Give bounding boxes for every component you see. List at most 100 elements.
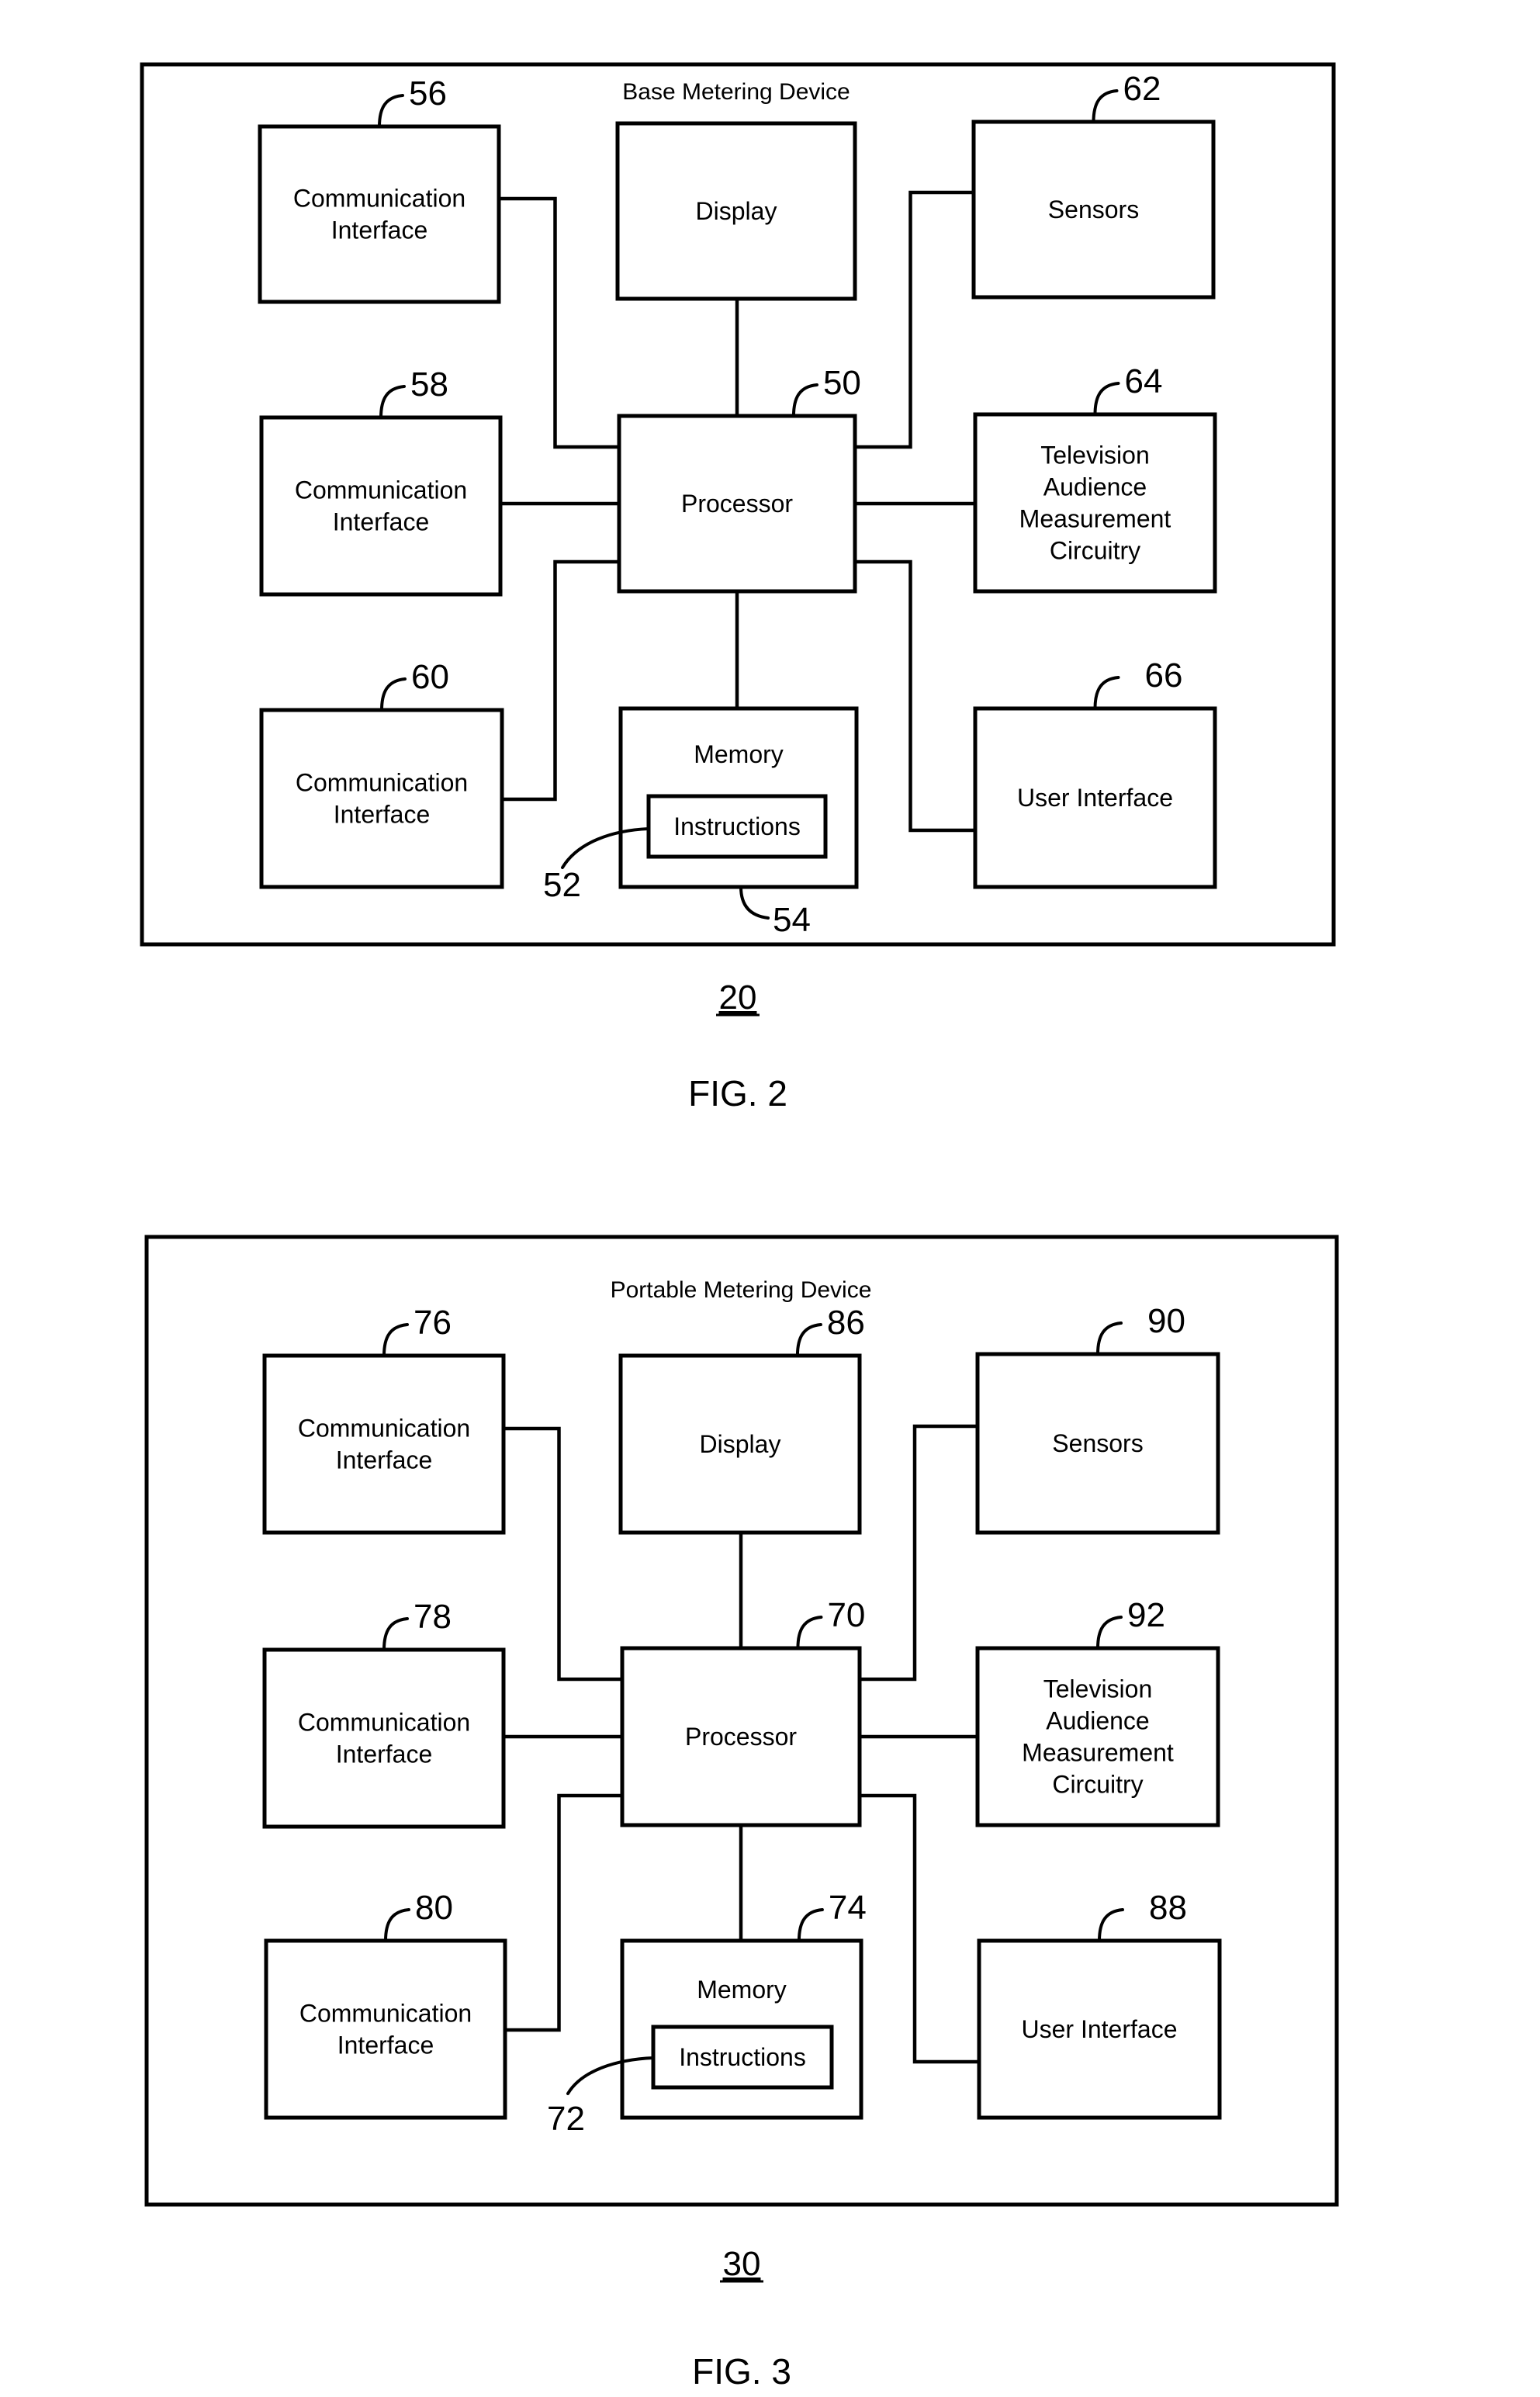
leader-line-comm2	[382, 1617, 409, 1651]
block-comm1: Communication Interface 56	[258, 74, 501, 304]
block-comm2: Communication Interface 78	[262, 1598, 506, 1829]
block-tv-label: Audience	[1046, 1707, 1149, 1735]
reference-numeral: 72	[547, 2100, 585, 2138]
reference-numeral: 54	[773, 901, 811, 939]
wire-comm3-processor	[502, 559, 619, 802]
reference-numeral: 80	[415, 1889, 453, 1927]
block-display: Display	[615, 121, 857, 301]
block-tv-label: Circuitry	[1052, 1771, 1143, 1799]
block-sensors-label: Sensors	[1052, 1429, 1143, 1457]
wire-ui-processor	[855, 559, 975, 833]
reference-numeral: 90	[1147, 1302, 1185, 1340]
block-comm2-outline	[262, 1647, 506, 1829]
leader-line-memory	[739, 885, 770, 920]
figure-fig3: Portable Metering Device Communication Int…	[144, 1235, 1339, 2392]
block-sensors: Sensors 62	[971, 70, 1216, 300]
reference-numeral: 52	[543, 866, 581, 904]
block-memory-label: Memory	[697, 1976, 787, 2004]
block-comm3-label: Communication	[296, 769, 468, 797]
reference-numeral: 88	[1149, 1889, 1187, 1927]
block-comm1: Communication Interface 76	[262, 1304, 506, 1535]
leader-line-processor	[791, 383, 818, 417]
reference-numeral: 60	[411, 658, 449, 696]
leader-line-ui	[1093, 676, 1120, 710]
block-instructions-label: Instructions	[679, 2043, 806, 2071]
wire-ui-processor	[860, 1793, 979, 2064]
block-tv-label: Measurement	[1019, 505, 1171, 533]
block-comm2-label: Communication	[298, 1709, 470, 1737]
leader-line-comm2	[379, 385, 406, 419]
block-comm3-outline	[264, 1938, 507, 2120]
block-sensors-label: Sensors	[1048, 196, 1139, 223]
reference-numeral: 76	[414, 1304, 452, 1342]
leader-line-comm3	[380, 677, 407, 712]
block-comm3-label: Communication	[299, 2000, 472, 2028]
block-display-label: Display	[700, 1430, 781, 1458]
reference-numeral: 56	[409, 74, 447, 113]
reference-numeral: 62	[1123, 70, 1161, 108]
block-comm1-label: Communication	[293, 185, 465, 213]
block-instructions-label: Instructions	[673, 812, 801, 840]
block-comm1-label: Interface	[336, 1446, 433, 1474]
reference-numeral: 78	[414, 1598, 452, 1636]
block-ui: User Interface 88	[977, 1889, 1222, 2120]
block-comm3-label: Interface	[337, 2032, 434, 2059]
figure-fig2: Base Metering Device Communication Interfa…	[140, 62, 1336, 1114]
reference-numeral: 50	[823, 364, 861, 402]
block-processor-label: Processor	[681, 490, 793, 518]
block-display-label: Display	[696, 197, 777, 225]
block-ui-label: User Interface	[1022, 2015, 1178, 2043]
block-comm3: Communication Interface 60	[259, 658, 504, 889]
leader-line-sensors	[1092, 89, 1119, 123]
block-comm1-label: Interface	[331, 216, 428, 244]
reference-numeral: 58	[410, 365, 448, 404]
block-comm2-label: Communication	[295, 476, 467, 504]
leader-line-comm1	[382, 1323, 409, 1357]
block-tv-label: Measurement	[1022, 1739, 1174, 1767]
block-memory-label: Memory	[694, 740, 784, 768]
reference-numeral: 92	[1127, 1596, 1165, 1634]
leader-line-comm1	[378, 94, 404, 128]
block-tv-label: Circuitry	[1050, 537, 1140, 565]
block-comm1-outline	[262, 1353, 506, 1535]
device-title: Portable Metering Device	[611, 1277, 872, 1303]
reference-numeral: 74	[829, 1889, 867, 1927]
reference-numeral: 70	[827, 1596, 865, 1634]
device-title: Base Metering Device	[622, 79, 850, 105]
reference-numeral: 64	[1125, 362, 1163, 400]
block-comm2-label: Interface	[333, 508, 430, 536]
block-comm2: Communication Interface 58	[259, 365, 503, 597]
block-instructions: Instructions 72	[547, 2025, 834, 2138]
block-processor: Processor 70	[620, 1596, 865, 1827]
patent-drawing-sheet: Base Metering Device Communication Interfa…	[140, 62, 1339, 2392]
reference-numeral: 66	[1145, 656, 1183, 695]
figure-reference-number: 30	[723, 2245, 761, 2283]
block-comm3-label: Interface	[334, 801, 431, 829]
figure-caption: FIG. 3	[692, 2351, 791, 2392]
block-ui: User Interface 66	[973, 656, 1217, 889]
block-comm3-outline	[259, 708, 504, 889]
block-processor-label: Processor	[685, 1723, 797, 1751]
wire-comm1-processor	[499, 196, 619, 449]
wire-sensors-processor	[855, 190, 974, 449]
block-comm3: Communication Interface 80	[264, 1889, 507, 2120]
wire-sensors-processor	[860, 1424, 978, 1682]
block-tv: Television Audience Measurement Circuitry 92	[975, 1596, 1220, 1827]
block-tv: Television Audience Measurement Circuitry 64	[973, 362, 1217, 594]
block-ui-label: User Interface	[1017, 784, 1173, 812]
leader-line-ui	[1098, 1908, 1124, 1942]
leader-line-sensors	[1096, 1321, 1123, 1356]
block-tv-label: Audience	[1043, 473, 1147, 501]
block-comm1-outline	[258, 124, 501, 304]
block-comm2-label: Interface	[336, 1741, 433, 1768]
leader-line-comm3	[384, 1908, 410, 1942]
block-tv-label: Television	[1040, 442, 1150, 469]
block-processor: Processor 50	[617, 364, 861, 594]
figure-reference-number: 20	[719, 979, 757, 1017]
leader-line-tv	[1096, 1616, 1123, 1650]
reference-numeral: 86	[827, 1304, 865, 1342]
block-display: Display 86	[618, 1304, 865, 1535]
block-sensors: Sensors 90	[975, 1302, 1220, 1535]
figure-caption: FIG. 2	[688, 1073, 787, 1114]
leader-line-processor	[796, 1616, 823, 1650]
